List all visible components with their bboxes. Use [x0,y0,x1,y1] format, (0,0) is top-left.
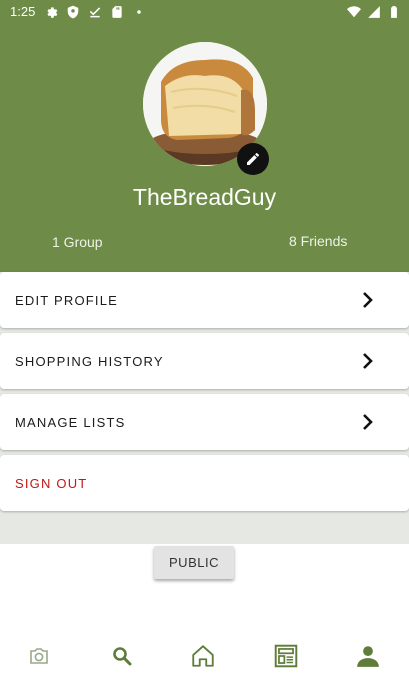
profile-header: TheBreadGuy 1 Group 8 Friends [0,24,409,274]
chevron-right-icon [363,414,373,430]
profile-menu: EDIT PROFILE SHOPPING HISTORY MANAGE LIS… [0,272,409,544]
status-system-icons [347,5,401,19]
wifi-icon [347,6,361,18]
edit-avatar-button[interactable] [237,143,269,175]
nav-search[interactable] [108,642,136,670]
menu-item-label: MANAGE LISTS [15,415,126,430]
status-time: 1:25 [10,4,36,19]
nav-home[interactable] [189,642,217,670]
nav-camera[interactable] [25,642,53,670]
chevron-right-icon [363,292,373,308]
status-bar: 1:25 [0,0,409,24]
nav-profile[interactable] [354,642,382,670]
status-notification-icons [44,5,146,19]
bottom-nav [0,632,409,680]
public-visibility-button[interactable]: PUBLIC [154,546,234,579]
home-icon [192,645,214,667]
camera-icon [30,648,48,664]
groups-count[interactable]: 1 Group [52,234,103,250]
list-icon [274,644,298,668]
person-icon [357,646,379,667]
sd-card-icon [112,6,122,18]
chevron-right-icon [363,353,373,369]
signal-icon [368,6,380,18]
nav-lists[interactable] [272,642,300,670]
shopping-history-item[interactable]: SHOPPING HISTORY [0,333,409,389]
username: TheBreadGuy [132,184,277,210]
menu-item-label: EDIT PROFILE [15,293,119,308]
pencil-icon [247,152,259,165]
dot-icon [137,10,141,14]
download-done-icon [89,7,101,18]
search-icon [113,647,132,666]
sign-out-item[interactable]: SIGN OUT [0,455,409,511]
friends-count[interactable]: 8 Friends [289,233,347,249]
edit-profile-item[interactable]: EDIT PROFILE [0,272,409,328]
battery-icon [391,6,397,18]
shield-icon [67,5,79,19]
sign-out-label: SIGN OUT [15,476,88,491]
menu-item-label: SHOPPING HISTORY [15,354,164,369]
gear-icon [47,7,58,18]
manage-lists-item[interactable]: MANAGE LISTS [0,394,409,450]
